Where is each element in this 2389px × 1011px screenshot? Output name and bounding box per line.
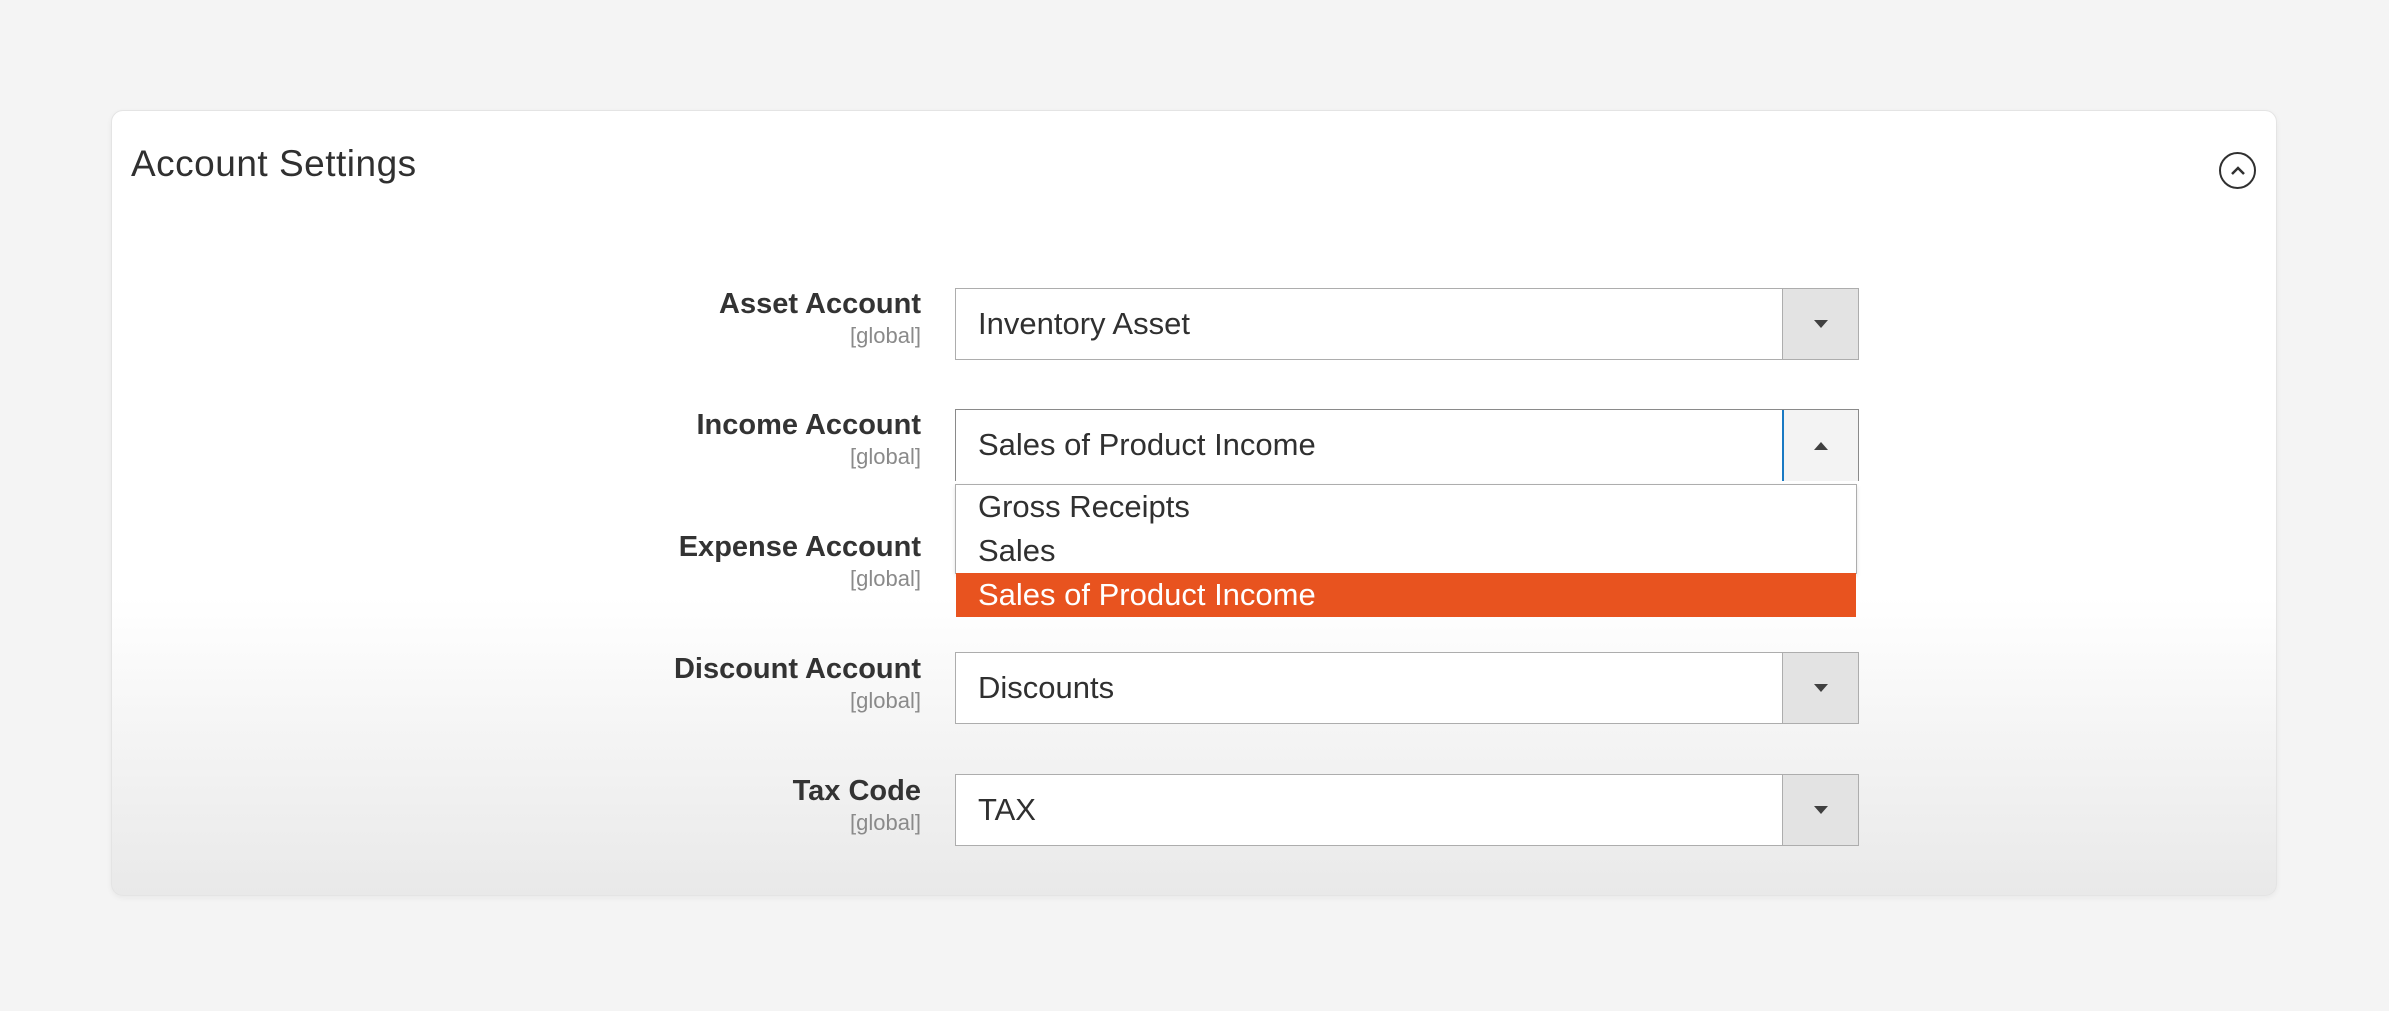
expense-account-label-text: Expense Account bbox=[678, 531, 921, 563]
asset-account-label-text: Asset Account bbox=[719, 288, 921, 320]
income-account-label-text: Income Account bbox=[696, 409, 921, 441]
income-account-scope: [global] bbox=[850, 444, 921, 469]
tax-code-label-text: Tax Code bbox=[792, 775, 921, 807]
tax-code-select[interactable]: TAX bbox=[955, 774, 1859, 846]
account-settings-panel: Account Settings Asset Account [global] … bbox=[111, 110, 2277, 896]
asset-account-scope: [global] bbox=[850, 323, 921, 348]
asset-account-select[interactable]: Inventory Asset bbox=[955, 288, 1859, 360]
income-account-dropdown-toggle[interactable] bbox=[1782, 410, 1858, 481]
caret-up-icon bbox=[1814, 441, 1828, 450]
caret-down-icon bbox=[1813, 806, 1828, 814]
asset-account-dropdown-toggle[interactable] bbox=[1782, 289, 1858, 359]
caret-down-icon bbox=[1813, 684, 1828, 692]
option-sales[interactable]: Sales bbox=[956, 529, 1856, 573]
tax-code-scope: [global] bbox=[850, 810, 921, 835]
discount-account-value: Discounts bbox=[978, 670, 1115, 705]
section-title: Account Settings bbox=[131, 143, 417, 184]
option-sales-of-product-income[interactable]: Sales of Product Income bbox=[956, 573, 1856, 617]
income-account-options-list: Gross Receipts Sales Sales of Product In… bbox=[955, 484, 1857, 617]
expense-account-scope: [global] bbox=[850, 566, 921, 591]
chevron-up-icon bbox=[2230, 165, 2245, 175]
discount-account-dropdown-toggle[interactable] bbox=[1782, 653, 1858, 723]
tax-code-label: Tax Code [global] bbox=[112, 774, 921, 838]
tax-code-value: TAX bbox=[978, 792, 1036, 827]
discount-account-scope: [global] bbox=[850, 688, 921, 713]
caret-down-icon bbox=[1813, 320, 1828, 328]
income-account-select[interactable]: Sales of Product Income bbox=[955, 409, 1859, 481]
expense-account-label: Expense Account [global] bbox=[112, 530, 921, 594]
income-account-label: Income Account [global] bbox=[112, 408, 921, 472]
asset-account-value: Inventory Asset bbox=[978, 306, 1190, 341]
asset-account-label: Asset Account [global] bbox=[112, 287, 921, 351]
income-account-value: Sales of Product Income bbox=[978, 427, 1316, 462]
discount-account-select[interactable]: Discounts bbox=[955, 652, 1859, 724]
discount-account-label-text: Discount Account bbox=[673, 653, 921, 685]
option-gross-receipts[interactable]: Gross Receipts bbox=[956, 485, 1856, 529]
tax-code-dropdown-toggle[interactable] bbox=[1782, 775, 1858, 845]
discount-account-label: Discount Account [global] bbox=[112, 652, 921, 716]
collapse-section-button[interactable] bbox=[2219, 152, 2256, 189]
